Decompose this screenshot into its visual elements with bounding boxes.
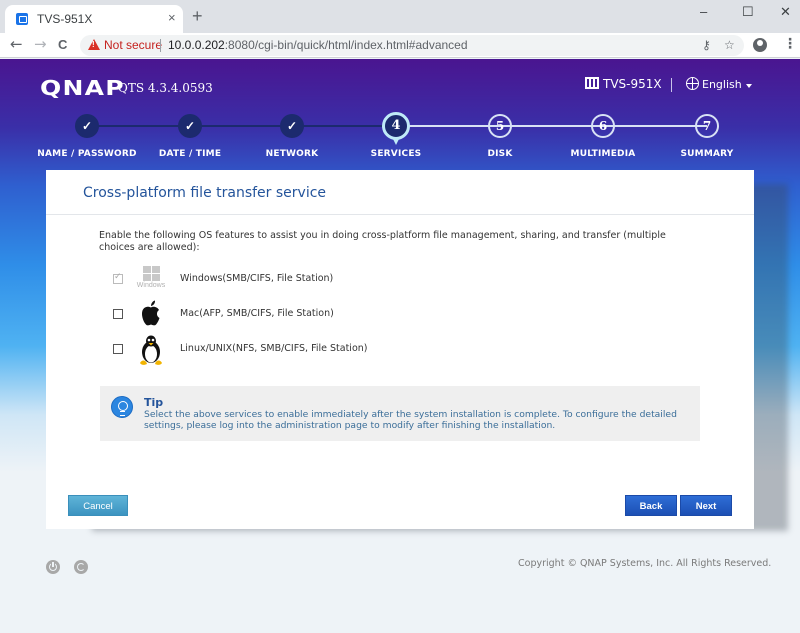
checkmark-icon: ✓ (178, 114, 202, 138)
firmware-version: QTS 4.3.4.0593 (118, 81, 213, 95)
card-divider (46, 214, 754, 215)
intro-text: Enable the following OS features to assi… (99, 230, 666, 253)
language-label: English (702, 78, 742, 91)
step-5: 5 DISK (440, 114, 560, 159)
windows-logo-icon: Windows (136, 264, 166, 294)
windows-icon-caption: Windows (136, 282, 166, 289)
linux-tux-icon (136, 334, 166, 365)
back-arrow-icon[interactable]: ← (10, 35, 23, 53)
browser-menu-icon[interactable]: ⋮ (783, 36, 797, 52)
step-label: MULTIMEDIA (570, 149, 636, 159)
back-button[interactable]: Back (625, 495, 677, 516)
copyright-text: Copyright © QNAP Systems, Inc. All Right… (518, 558, 772, 569)
globe-icon (686, 77, 699, 90)
cancel-button[interactable]: Cancel (68, 495, 128, 516)
reload-icon[interactable]: C (58, 37, 67, 52)
qnap-favicon-icon (16, 13, 28, 25)
close-window-button[interactable]: ✕ (780, 4, 791, 20)
tip-text: Select the above services to enable imme… (144, 409, 677, 431)
step-number: 5 (488, 114, 512, 138)
linux-checkbox[interactable] (113, 344, 123, 354)
checkmark-icon: ✓ (75, 114, 99, 138)
tip-title: Tip (144, 396, 164, 409)
card-title: Cross-platform file transfer service (83, 185, 327, 201)
step-3: ✓ NETWORK (232, 114, 352, 159)
checkmark-icon: ✓ (280, 114, 304, 138)
qnap-logo: QNAP (40, 76, 125, 100)
nas-device-icon (585, 77, 599, 89)
step-label: NAME / PASSWORD (37, 149, 137, 159)
url-path: :8080/cgi-bin/quick/html/index.html#adva… (224, 38, 468, 52)
maximize-button[interactable]: ☐ (742, 4, 754, 20)
power-icon[interactable] (46, 560, 60, 574)
step-7: 7 SUMMARY (647, 114, 767, 159)
profile-avatar-icon[interactable] (753, 38, 767, 52)
device-model: TVS-951X (585, 77, 662, 91)
linux-service-label: Linux/UNIX(NFS, SMB/CIFS, File Station) (180, 343, 368, 354)
tab-title: TVS-951X (37, 12, 93, 26)
warning-icon (88, 39, 100, 50)
forward-arrow-icon[interactable]: → (34, 35, 47, 53)
chevron-down-icon[interactable] (746, 84, 752, 88)
restart-icon[interactable] (74, 560, 88, 574)
url-text[interactable]: 10.0.0.202:8080/cgi-bin/quick/html/index… (168, 38, 468, 52)
language-selector[interactable]: English (686, 77, 742, 91)
key-icon[interactable]: ⚷ (702, 38, 711, 52)
windows-checkbox[interactable] (113, 272, 123, 284)
address-bar-row: ← → C Not secure 10.0.0.202:8080/cgi-bin… (0, 33, 800, 58)
mac-checkbox[interactable] (113, 309, 123, 319)
device-model-label: TVS-951X (603, 77, 662, 91)
step-number: 4 (382, 112, 410, 145)
step-number: 6 (591, 114, 615, 138)
url-input[interactable]: Not secure 10.0.0.202:8080/cgi-bin/quick… (80, 35, 744, 56)
url-host: 10.0.0.202 (168, 38, 225, 52)
step-label: SUMMARY (680, 149, 734, 159)
services-card: Cross-platform file transfer service Ena… (46, 170, 754, 529)
browser-tab[interactable]: TVS-951X × (5, 5, 183, 33)
step-label: SERVICES (370, 149, 422, 159)
tip-box: Tip Select the above services to enable … (100, 386, 700, 441)
minimize-button[interactable]: – (700, 4, 707, 19)
security-label[interactable]: Not secure (104, 38, 162, 52)
lightbulb-icon (111, 396, 133, 418)
header-divider (671, 78, 672, 92)
step-label: NETWORK (265, 149, 319, 159)
step-label: DISK (487, 149, 513, 159)
apple-logo-icon (136, 299, 166, 329)
star-icon[interactable]: ☆ (724, 38, 735, 52)
step-1: ✓ NAME / PASSWORD (27, 114, 147, 159)
tab-close-icon[interactable]: × (168, 10, 176, 25)
step-number: 7 (695, 114, 719, 138)
qnap-setup-page: QNAP QTS 4.3.4.0593 TVS-951X English ✓ NA… (0, 59, 800, 633)
mac-service-label: Mac(AFP, SMB/CIFS, File Station) (180, 308, 334, 319)
windows-service-label: Windows(SMB/CIFS, File Station) (180, 273, 334, 284)
omnibox-divider (160, 39, 161, 52)
next-button[interactable]: Next (680, 495, 732, 516)
step-4: 4 SERVICES (336, 112, 456, 159)
new-tab-button[interactable]: + (192, 6, 203, 27)
step-6: 6 MULTIMEDIA (543, 114, 663, 159)
browser-tab-bar: TVS-951X × + – ☐ ✕ (0, 0, 800, 33)
